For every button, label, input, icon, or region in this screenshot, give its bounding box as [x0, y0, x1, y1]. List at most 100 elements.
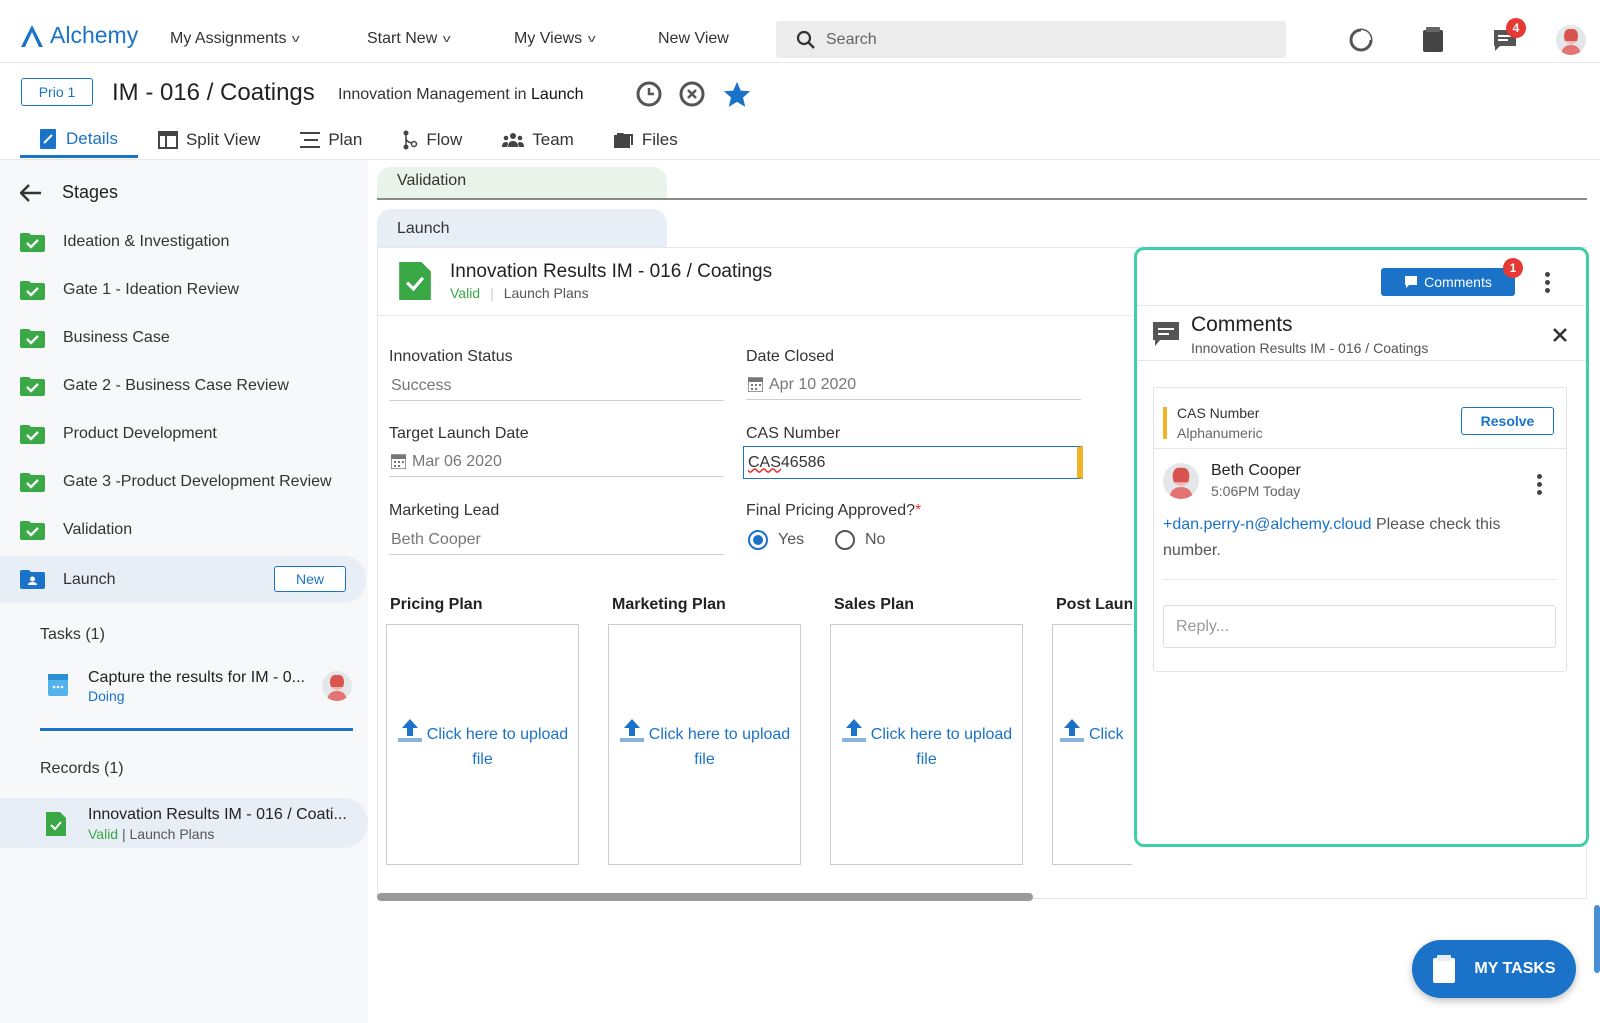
stage-item-gate-3[interactable]: Gate 3 -Product Development Review: [20, 460, 365, 504]
app-name: Alchemy: [50, 22, 139, 48]
stage-label: Business Case: [63, 329, 170, 346]
tab-split-view[interactable]: Split View: [138, 122, 280, 158]
cancel-timer-icon[interactable]: [679, 80, 707, 108]
date-closed-field[interactable]: Apr 10 2020: [746, 370, 1081, 400]
task-item[interactable]: Capture the results for IM - 0... Doing: [88, 669, 328, 704]
panel-divider: [1137, 305, 1586, 306]
team-icon: [502, 133, 525, 147]
radio-no[interactable]: No: [835, 530, 885, 550]
tab-label: Files: [641, 130, 678, 149]
stages-header: Stages: [20, 182, 118, 203]
radio-yes[interactable]: Yes: [748, 530, 804, 550]
stage-item-gate-1[interactable]: Gate 1 - Ideation Review: [20, 268, 365, 312]
innovation-status-field[interactable]: Success: [389, 371, 724, 401]
upload-text: Click here to upload file: [619, 717, 790, 772]
comment-more-icon[interactable]: [1536, 474, 1542, 495]
form-sub: Launch Plans: [503, 285, 589, 301]
comment-time: 5:06PM Today: [1211, 483, 1301, 499]
vertical-scrollbar[interactable]: [1594, 905, 1600, 973]
my-assignments-menu[interactable]: My Assignments v: [170, 30, 301, 48]
stage-label: Product Development: [63, 425, 217, 442]
stage-label: Launch: [63, 570, 116, 588]
stage-item-ideation[interactable]: Ideation & Investigation: [20, 220, 365, 264]
chevron-down-icon: v: [292, 33, 301, 45]
tab-files[interactable]: Files: [594, 122, 698, 158]
marketing-lead-value: Beth Cooper: [391, 530, 481, 548]
new-badge-button[interactable]: New: [274, 566, 346, 592]
comments-title: Comments: [1191, 313, 1293, 336]
required-mark: *: [914, 502, 922, 519]
upload-marketing-plan[interactable]: Click here to upload file: [608, 624, 801, 865]
upload-text: Click here to upload file: [841, 717, 1012, 772]
history-icon[interactable]: [1346, 25, 1376, 55]
comment-mention[interactable]: +dan.perry-n@alchemy.cloud: [1163, 516, 1372, 533]
field-marker: [1163, 407, 1167, 439]
notepad-icon: [1433, 955, 1456, 983]
stage-tab-validation[interactable]: Validation: [377, 167, 667, 200]
folder-check-icon: [20, 472, 45, 492]
upload-label: Click: [1089, 726, 1124, 743]
cas-number-input[interactable]: CAS 46586: [743, 446, 1083, 479]
record-item-meta: Valid | Launch Plans: [88, 826, 214, 842]
upload-sales-plan[interactable]: Click here to upload file: [830, 624, 1023, 865]
notepad-icon[interactable]: [1418, 25, 1448, 55]
messages-icon[interactable]: 4: [1490, 18, 1526, 55]
comment-text: Please check this: [1371, 516, 1501, 533]
comments-button[interactable]: Comments 1: [1381, 258, 1523, 296]
close-icon[interactable]: [1552, 327, 1568, 343]
plan-icon: [300, 132, 321, 148]
start-new-menu[interactable]: Start New v: [367, 30, 451, 48]
record-item-title: Innovation Results IM - 016 / Coati...: [88, 806, 347, 823]
my-views-menu[interactable]: My Views v: [514, 30, 596, 48]
stages-title: Stages: [62, 182, 119, 202]
radio-no-label: No: [865, 531, 886, 548]
upload-icon: [1060, 719, 1084, 742]
app-logo[interactable]: Alchemy: [20, 22, 138, 49]
upload-pricing-plan[interactable]: Click here to upload file: [386, 624, 579, 865]
target-launch-field[interactable]: Mar 06 2020: [389, 447, 724, 477]
target-launch-label: Target Launch Date: [389, 425, 529, 442]
upload-text: Click here to upload file: [397, 717, 568, 772]
stage-item-launch[interactable]: Launch New: [0, 556, 366, 603]
tab-team[interactable]: Team: [482, 122, 594, 158]
cas-number-label: CAS Number: [746, 425, 841, 442]
panel-more-icon[interactable]: [1544, 272, 1550, 293]
task-title: Capture the results for IM - 0...: [88, 669, 305, 686]
comment-text-end: number.: [1163, 542, 1221, 559]
tab-details[interactable]: Details: [20, 122, 138, 158]
flow-icon: [403, 130, 418, 150]
stage-item-product-development[interactable]: Product Development: [20, 412, 365, 456]
stage-item-business-case[interactable]: Business Case: [20, 316, 365, 360]
user-avatar[interactable]: [1556, 25, 1586, 55]
tab-label: Team: [532, 130, 574, 149]
my-tasks-button[interactable]: MY TASKS: [1412, 940, 1576, 998]
arrow-left-icon[interactable]: [20, 183, 42, 202]
task-progress-bar: [40, 728, 353, 731]
tab-plan[interactable]: Plan: [280, 122, 382, 158]
horizontal-scrollbar[interactable]: [377, 893, 1033, 901]
record-list-item[interactable]: Innovation Results IM - 016 / Coati... V…: [0, 798, 368, 848]
thread-field-type: Alphanumeric: [1177, 425, 1263, 441]
new-view-link[interactable]: New View: [658, 30, 729, 48]
priority-badge[interactable]: Prio 1: [21, 78, 93, 106]
final-pricing-text: Final Pricing Approved?: [746, 502, 915, 519]
stage-item-validation[interactable]: Validation: [20, 508, 365, 552]
upload-post-launch-plan[interactable]: Click: [1052, 624, 1132, 865]
star-icon[interactable]: [722, 80, 751, 108]
stage-tab-launch[interactable]: Launch: [377, 209, 667, 247]
tab-flow[interactable]: Flow: [382, 122, 482, 158]
folder-check-icon: [20, 232, 45, 252]
record-item-status: Valid: [88, 826, 119, 842]
calendar-icon: [748, 377, 763, 392]
form-title: Innovation Results IM - 016 / Coatings: [450, 261, 773, 282]
stage-label: Gate 3 -Product Development Review: [63, 473, 332, 490]
stage-item-gate-2[interactable]: Gate 2 - Business Case Review: [20, 364, 365, 408]
search-input[interactable]: Search: [776, 21, 1286, 58]
my-assignments-label: My Assignments: [170, 30, 287, 47]
marketing-lead-field[interactable]: Beth Cooper: [389, 525, 724, 555]
clock-icon[interactable]: [636, 80, 664, 108]
reply-input[interactable]: Reply...: [1163, 605, 1556, 648]
tab-label: Plan: [328, 130, 363, 149]
resolve-button[interactable]: Resolve: [1461, 407, 1554, 435]
post-launch-plan-title: Post Laun: [1056, 596, 1132, 613]
